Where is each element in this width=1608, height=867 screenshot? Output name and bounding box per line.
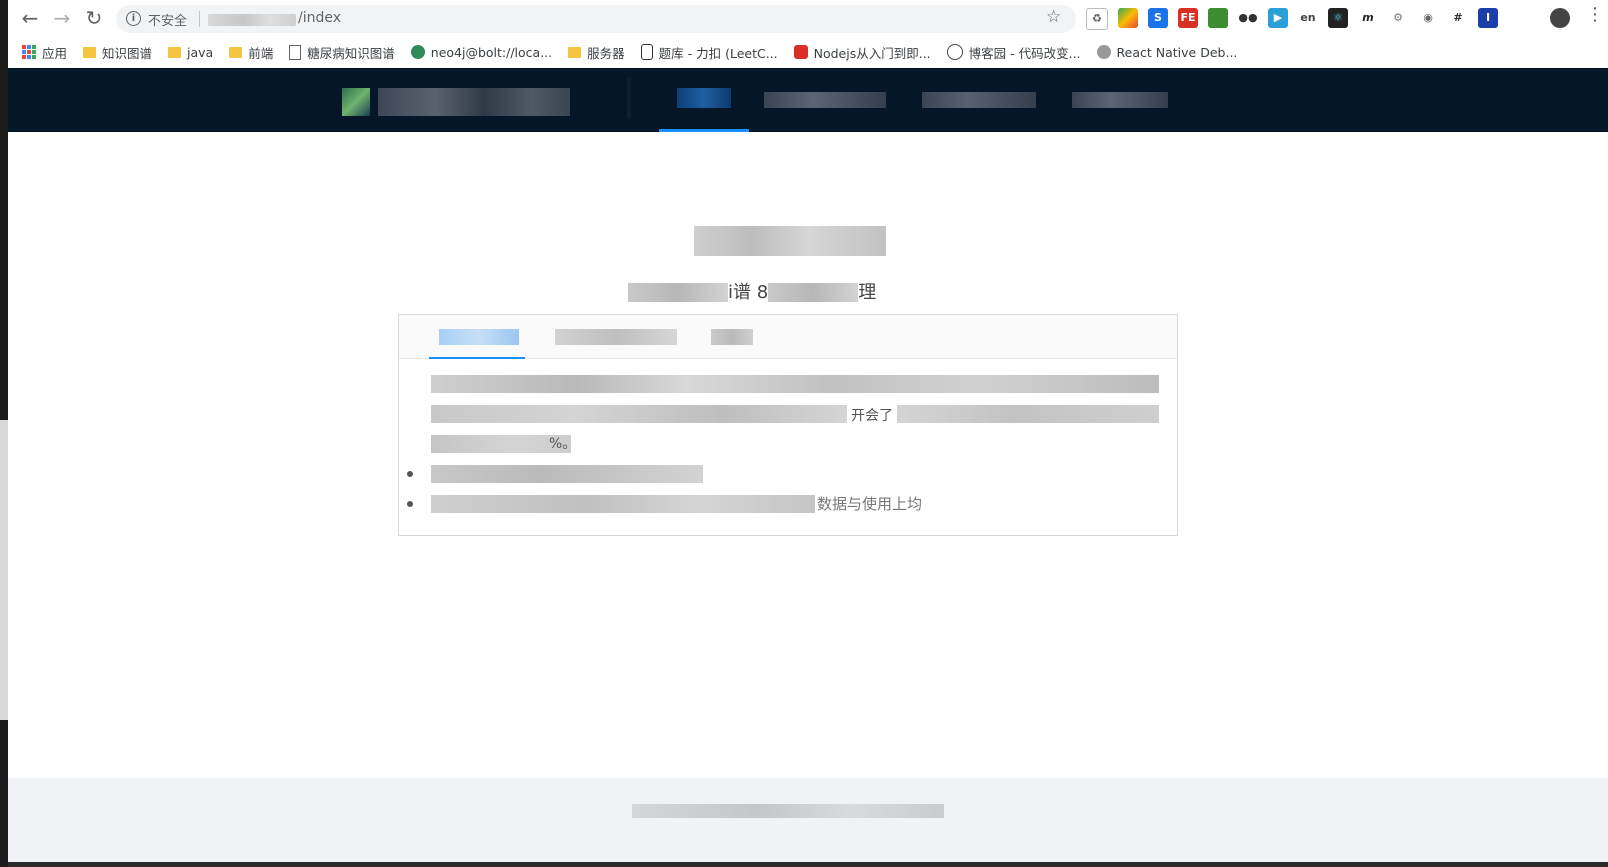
omnibox-separator <box>199 11 200 27</box>
subtitle-fragment-2: 理 <box>858 282 877 302</box>
apps-icon <box>22 45 36 59</box>
profile-avatar[interactable] <box>1550 8 1570 28</box>
folder-icon <box>568 46 582 58</box>
bullet-line-2-blurred <box>431 495 815 513</box>
bookmark-label: Nodejs从入门到即... <box>813 45 931 61</box>
site-logo[interactable] <box>342 88 370 116</box>
bookmark-knowledge-graph[interactable]: 知识图谱 <box>83 43 152 62</box>
hero-title-blurred <box>694 226 886 256</box>
page-icon <box>289 44 302 60</box>
nav-item-4-blurred[interactable] <box>1072 92 1168 108</box>
bookmarks-bar: 应用 知识图谱 java 前端 糖尿病知识图谱 neo4j@bolt://loc… <box>8 36 1608 68</box>
security-label: 不安全 <box>148 14 188 29</box>
bookmark-label: neo4j@bolt://loca... <box>430 44 553 60</box>
grid-extension-icon[interactable]: # <box>1448 8 1468 28</box>
reload-icon[interactable]: ↻ <box>82 6 106 30</box>
content-line-1-blurred <box>431 375 1159 393</box>
en-extension-icon[interactable]: en <box>1298 8 1318 28</box>
react-extension-icon[interactable]: ⚛ <box>1328 8 1348 28</box>
content-line-2-fragment: 开会了 <box>847 405 897 425</box>
leetcode-icon <box>640 44 653 60</box>
header-divider <box>627 78 631 118</box>
subtitle-blur-2 <box>768 283 859 302</box>
bullet-dot <box>407 501 413 507</box>
nav-item-active-blurred[interactable] <box>677 88 731 108</box>
bookmark-nodejs[interactable]: Nodejs从入门到即... <box>793 43 931 62</box>
subtitle-fragment-1: i谱 8 <box>728 282 769 302</box>
url-host-blurred <box>208 14 296 26</box>
m-extension-icon[interactable]: m <box>1358 8 1378 28</box>
content-line-2-blurred <box>431 405 1159 423</box>
bookmark-leetcode[interactable]: 题库 - 力扣 (LeetC... <box>640 43 778 62</box>
subtitle-blur-1 <box>628 283 728 302</box>
chrome-extension-icon[interactable] <box>1118 8 1138 28</box>
card-tab-bar <box>399 315 1177 359</box>
bookmark-neo4j[interactable]: neo4j@bolt://loca... <box>410 44 553 60</box>
nav-active-underline <box>659 129 749 132</box>
bookmark-label: 前端 <box>248 45 274 61</box>
scrollbar-track <box>0 420 8 720</box>
react-native-icon <box>1096 45 1111 59</box>
tab-active-underline <box>429 357 525 359</box>
footer-copyright-blurred <box>632 804 944 818</box>
cnblogs-icon <box>946 44 963 60</box>
neo4j-icon <box>410 45 425 59</box>
hero-subtitle: i谱 8 理 <box>628 278 950 302</box>
tab-3-blurred[interactable] <box>711 329 753 345</box>
url-path: /index <box>298 10 342 26</box>
bookmark-frontend[interactable]: 前端 <box>229 43 273 62</box>
folder-icon <box>83 46 97 58</box>
folder-icon <box>229 46 243 58</box>
bullet-dot <box>407 471 413 477</box>
folder-icon <box>168 46 182 58</box>
bookmark-label: 知识图谱 <box>102 45 153 61</box>
nodejs-icon <box>793 45 808 59</box>
content-line-3-fragment: %。 <box>549 436 577 452</box>
bookmark-label: java <box>187 44 214 60</box>
bug-extension-icon[interactable]: ◉ <box>1418 8 1438 28</box>
green-extension-icon[interactable] <box>1208 8 1228 28</box>
browser-toolbar: ← → ↻ i 不安全 /index ☆ ♻ S FE ●● ▶ en ⚛ m … <box>8 0 1608 36</box>
bookmark-server[interactable]: 服务器 <box>568 43 625 62</box>
bullet-line-2-fragment: 数据与使用上均 <box>817 495 923 513</box>
info-icon[interactable]: i <box>126 11 141 26</box>
recycle-extension-icon[interactable]: ♻ <box>1086 8 1108 30</box>
bookmark-label: 题库 - 力扣 (LeetC... <box>658 45 778 61</box>
info-card: 开会了 %。 数据与使用上均 <box>398 314 1178 536</box>
site-title-blurred[interactable] <box>378 88 570 116</box>
extension-icons: ♻ S FE ●● ▶ en ⚛ m ⚙ ◉ # I <box>1086 8 1498 30</box>
bookmark-star-icon[interactable]: ☆ <box>1046 7 1061 27</box>
tv-extension-icon[interactable]: ▶ <box>1268 8 1288 28</box>
gear-extension-icon[interactable]: ⚙ <box>1388 8 1408 28</box>
bookmark-cnblogs[interactable]: 博客园 - 代码改变... <box>946 43 1081 62</box>
bookmark-label: React Native Deb... <box>1116 44 1238 60</box>
forward-arrow-icon[interactable]: → <box>50 6 74 30</box>
back-arrow-icon[interactable]: ← <box>18 6 42 30</box>
footer-bottom-edge <box>8 862 1608 867</box>
s-extension-icon[interactable]: S <box>1148 8 1168 28</box>
page-footer <box>8 778 1608 867</box>
tab-2-blurred[interactable] <box>555 329 677 345</box>
nav-item-3-blurred[interactable] <box>922 92 1036 108</box>
bookmark-java[interactable]: java <box>168 45 213 60</box>
bookmark-label: 应用 <box>42 45 68 61</box>
bullet-line-1-blurred <box>431 465 703 483</box>
blue-extension-icon[interactable]: I <box>1478 8 1498 28</box>
bookmark-label: 服务器 <box>587 45 625 61</box>
glasses-extension-icon[interactable]: ●● <box>1238 8 1258 28</box>
tab-1-blurred[interactable] <box>439 329 519 345</box>
bookmark-label: 博客园 - 代码改变... <box>968 45 1081 61</box>
bookmark-label: 糖尿病知识图谱 <box>307 45 395 61</box>
nav-item-2-blurred[interactable] <box>764 92 886 108</box>
address-bar[interactable]: i 不安全 /index <box>116 5 1076 33</box>
browser-menu-icon[interactable]: ⋮ <box>1586 4 1604 25</box>
bookmark-apps[interactable]: 应用 <box>22 43 67 62</box>
fe-extension-icon[interactable]: FE <box>1178 8 1198 28</box>
bookmark-diabetes-kg[interactable]: 糖尿病知识图谱 <box>289 43 395 62</box>
bookmark-react-native[interactable]: React Native Deb... <box>1096 44 1238 60</box>
window-left-edge <box>0 0 8 867</box>
